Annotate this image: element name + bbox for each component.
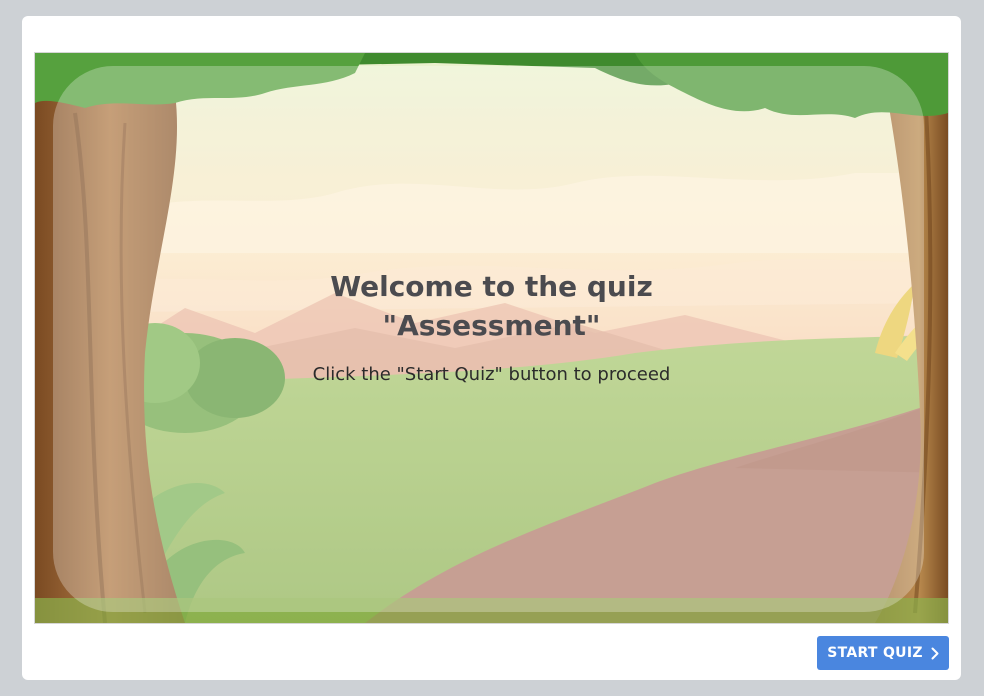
instruction-text: Click the "Start Quiz" button to proceed bbox=[312, 364, 671, 385]
welcome-title-line-2: "Assessment" bbox=[382, 309, 601, 342]
quiz-intro-slide: Welcome to the quiz "Assessment" Click t… bbox=[34, 52, 949, 624]
start-quiz-button-label: START QUIZ bbox=[827, 645, 923, 661]
chevron-right-icon bbox=[931, 647, 939, 659]
welcome-title-line-1: Welcome to the quiz bbox=[330, 270, 653, 303]
start-quiz-button[interactable]: START QUIZ bbox=[817, 636, 949, 670]
welcome-title: Welcome to the quiz "Assessment" bbox=[35, 267, 948, 345]
